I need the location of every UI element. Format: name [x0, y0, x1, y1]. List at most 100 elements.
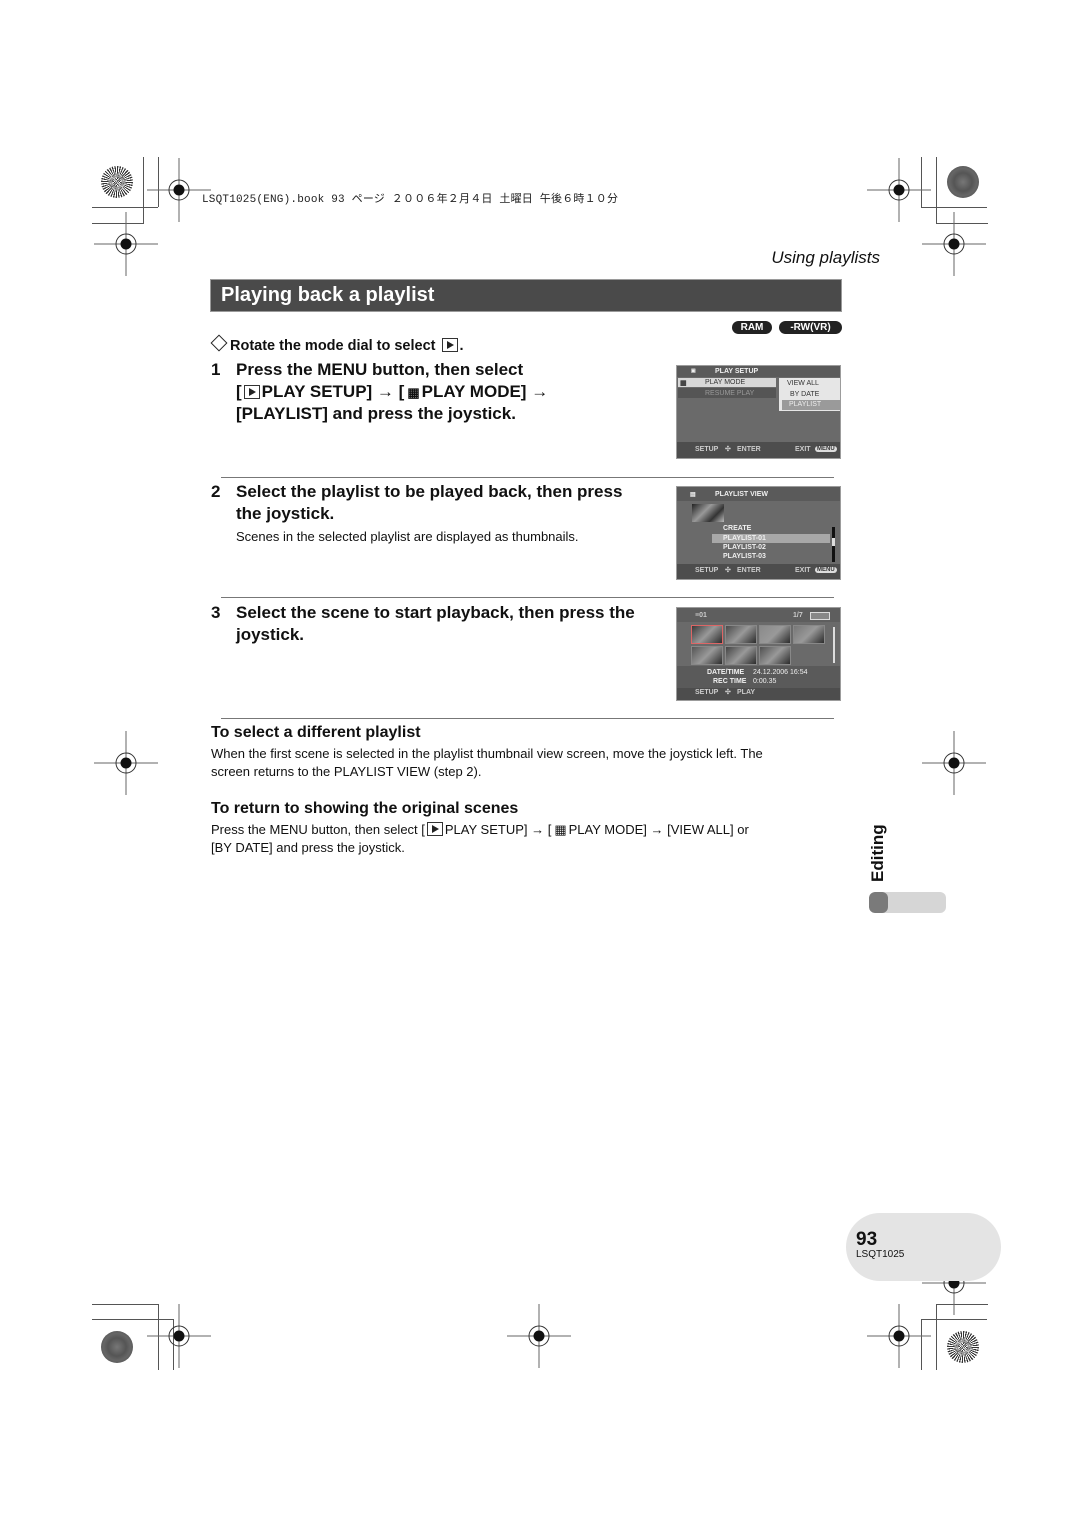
menu-badge: MENU	[815, 445, 837, 452]
tip-text: PLAY SETUP] → [	[444, 822, 552, 837]
play-mode-grid-icon: ▦	[407, 385, 419, 400]
scene-thumbnail[interactable]	[725, 646, 757, 665]
step-divider	[221, 477, 834, 478]
play-setup-icon	[426, 822, 443, 836]
tip-heading-select-playlist: To select a different playlist	[211, 724, 421, 741]
playlist-view-screen: ▤ PLAYLIST VIEW CREATE PLAYLIST-01 PLAYL…	[676, 486, 841, 580]
menu-badge-label: MENU	[815, 567, 837, 573]
registration-mark-icon	[147, 1304, 211, 1368]
option-by-date: BY DATE	[790, 391, 820, 398]
page-indicator: 1/7	[793, 612, 803, 619]
intro-text: Rotate the mode dial to select	[230, 338, 436, 354]
document-code: LSQT1025	[856, 1249, 905, 1260]
chapter-progress-fill	[869, 892, 889, 913]
grid-icon: ▦	[680, 380, 687, 387]
option-view-all: VIEW ALL	[787, 380, 819, 387]
media-badge-rw-vr: -RW(VR)	[779, 321, 842, 334]
footer-exit: EXIT	[795, 446, 811, 453]
footer-exit: EXIT	[795, 567, 811, 574]
joystick-icon: ✣	[725, 689, 731, 696]
tip-text-line: When the first scene is selected in the …	[211, 746, 763, 761]
section-label: Using playlists	[771, 248, 880, 267]
step-line: [PLAYLIST] and press the joystick.	[236, 404, 516, 423]
menu-item-play-mode: PLAY MODE	[705, 379, 746, 386]
scene-thumbnail[interactable]	[759, 646, 791, 665]
list-item-playlist-02: PLAYLIST-02	[723, 544, 766, 551]
registration-mark-icon	[922, 212, 986, 276]
list-item-playlist-03: PLAYLIST-03	[723, 553, 766, 560]
menu-badge-label: MENU	[815, 446, 837, 452]
list-item-create: CREATE	[723, 525, 752, 532]
tip-text-line: Press the MENU button, then select [ PLAY…	[211, 821, 749, 839]
tip-text: PLAY MODE] → [VIEW ALL] or	[568, 822, 749, 837]
step-note: Scenes in the selected playlist are disp…	[236, 529, 579, 544]
registration-mark-icon	[867, 1304, 931, 1368]
step-line: Press the MENU button, then select	[236, 360, 524, 379]
step-line: Select the playlist to be played back, t…	[236, 482, 623, 501]
joystick-icon: ✣	[725, 446, 731, 453]
bracket-text: [	[236, 382, 242, 401]
tip-text-line: [BY DATE] and press the joystick.	[211, 840, 405, 855]
scene-thumbnail[interactable]	[793, 625, 825, 644]
footer-play: PLAY	[737, 689, 756, 696]
scene-thumbnail[interactable]	[691, 646, 723, 665]
joystick-icon: ✣	[725, 567, 731, 574]
page-title-bar: Playing back a playlist	[210, 279, 842, 312]
intro-suffix: .	[459, 338, 464, 354]
chapter-tab-label: Editing	[868, 824, 887, 882]
registration-targets	[94, 158, 986, 1368]
screen-title: PLAY SETUP	[715, 368, 759, 375]
footer-setup: SETUP	[695, 446, 719, 453]
step-line: joystick.	[236, 625, 305, 644]
step-divider	[221, 718, 834, 719]
play-mode-grid-icon: ▦	[554, 822, 566, 837]
screen-header	[677, 366, 840, 377]
step-divider	[221, 597, 834, 598]
step-line: the joystick.	[236, 504, 335, 523]
thumbnail-view-screen: ≡01 1/7 DATE/TIME 24.12.2006 16:54 REC T…	[676, 607, 841, 701]
step-number: 1	[211, 360, 221, 379]
scene-thumbnail[interactable]	[725, 625, 757, 644]
tip-text-line: screen returns to the PLAYLIST VIEW (ste…	[211, 764, 482, 779]
date-time-value: 24.12.2006 16:54	[753, 669, 808, 676]
play-setup-screen: ▣ PLAY SETUP ▦ PLAY MODE RESUME PLAY VIE…	[676, 365, 841, 459]
menu-path-text: PLAY MODE] →	[421, 382, 549, 401]
footer-setup: SETUP	[695, 689, 719, 696]
play-icon: ▣	[691, 368, 696, 374]
chapter-tab: Editing	[858, 820, 898, 884]
step-number: 3	[211, 603, 221, 622]
step-line: Select the scene to start playback, then…	[236, 603, 635, 622]
scene-thumbnail[interactable]	[759, 625, 791, 644]
diamond-icon	[210, 334, 228, 352]
registration-mark-icon	[94, 731, 158, 795]
registration-mark-icon	[94, 212, 158, 276]
playlist-thumbnail	[692, 504, 724, 522]
playlist-icon: ▤	[690, 492, 696, 498]
intro-instruction: Rotate the mode dial to select .	[210, 334, 464, 354]
rec-time-label: REC TIME	[713, 678, 747, 685]
battery-icon	[810, 612, 830, 620]
step-number: 2	[211, 482, 221, 501]
scrollbar-thumb[interactable]	[832, 538, 835, 546]
scrollbar[interactable]	[833, 627, 835, 663]
page-number: 93	[856, 1229, 878, 1250]
page-title: Playing back a playlist	[221, 284, 435, 306]
menu-item-resume-play: RESUME PLAY	[705, 390, 755, 397]
print-header: LSQT1025(ENG).book 93 ページ ２００６年２月４日 土曜日 …	[202, 194, 619, 206]
play-setup-icon	[243, 385, 260, 399]
registration-mark-icon	[922, 731, 986, 795]
footer-setup: SETUP	[695, 567, 719, 574]
playlist-indicator: ≡01	[695, 612, 707, 619]
registration-mark-icon	[507, 1304, 571, 1368]
registration-mark-icon	[867, 158, 931, 222]
play-mode-icon	[441, 338, 458, 352]
list-item-playlist-01: PLAYLIST-01	[723, 535, 766, 542]
date-time-label: DATE/TIME	[707, 669, 745, 676]
menu-badge: MENU	[815, 566, 837, 573]
screen-title: PLAYLIST VIEW	[715, 491, 769, 498]
thumbnail-grid	[691, 625, 831, 667]
tip-text: Press the MENU button, then select [	[211, 822, 425, 837]
media-badge-ram: RAM	[732, 321, 772, 334]
scene-thumbnail[interactable]	[691, 625, 723, 644]
step-line: [PLAY SETUP] → [▦ PLAY MODE] →	[236, 381, 548, 404]
